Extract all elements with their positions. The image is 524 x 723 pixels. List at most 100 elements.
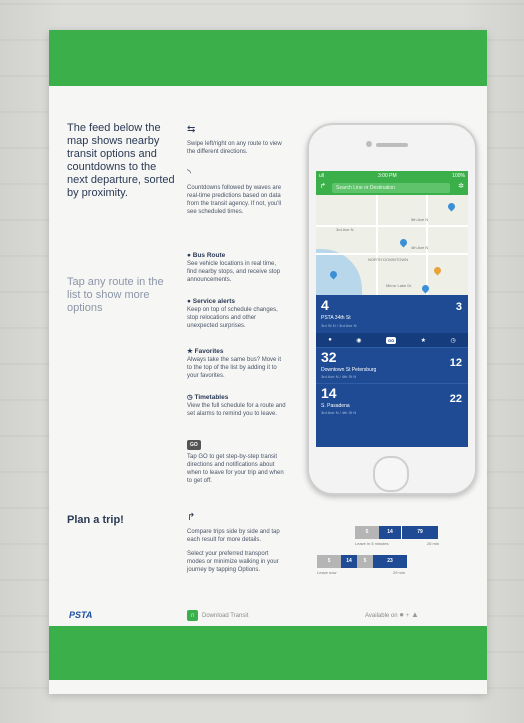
swap-arrows-icon: ⇆: [187, 124, 196, 135]
alerts-desc: Keep on top of schedule changes, stop re…: [187, 307, 278, 329]
waves-icon: ◝: [187, 168, 191, 179]
camera-dot: [366, 141, 372, 147]
trip-2-duration: 29 min: [393, 570, 406, 575]
star-icon[interactable]: ★: [421, 337, 426, 344]
select-desc: Select your preferred transport modes or…: [187, 551, 279, 573]
favorites-feature: ★ Favorites Always take the same bus? Mo…: [187, 348, 287, 380]
tap-route-hint: Tap any route in the list to show more o…: [67, 276, 164, 314]
route-list: 4 PSTA 34th St 3rd St N / 3rd Ave N 3 ● …: [316, 295, 468, 447]
trip-1-leave: Leave in 5 minutes: [355, 541, 389, 546]
alerts-title: Service alerts: [192, 298, 236, 305]
bus-route-feature: ● Bus Route See vehicle locations in rea…: [187, 252, 287, 284]
battery-status: 100%: [452, 173, 465, 179]
clock-icon: ◷: [187, 394, 193, 401]
route-row[interactable]: 14 S. Pasadena 3rd Ave N / 4th St N 22: [316, 383, 468, 419]
go-button[interactable]: GO: [385, 336, 397, 344]
status-time: 3:00 PM: [378, 173, 397, 179]
trip-1-duration: 26 min: [427, 541, 440, 546]
map-label: NORTH DOWNTOWN: [368, 257, 409, 262]
search-input[interactable]: Search Line or Destination: [332, 183, 450, 193]
bus-route-desc: See vehicle locations in real time, find…: [187, 261, 281, 283]
poster-top-band: [49, 30, 487, 86]
route-row[interactable]: 4 PSTA 34th St 3rd St N / 3rd Ave N 3 ● …: [316, 295, 468, 348]
route-stop: Downtown St Petersburg: [321, 367, 377, 373]
trip-segment: 23: [373, 555, 407, 568]
trip-option-1: 5 14 79: [355, 526, 438, 539]
psta-logo: PSTA: [69, 610, 93, 620]
route-number: 32: [321, 349, 337, 365]
route-minutes: 3: [455, 301, 462, 313]
plan-trip-heading: Plan a trip!: [67, 514, 124, 526]
route-stop: S. Pasadena: [321, 403, 350, 409]
settings-icon[interactable]: ✲: [458, 182, 464, 190]
waves-desc: Countdowns followed by waves are real-ti…: [187, 185, 282, 215]
compare-desc: Compare trips side by side and tap each …: [187, 529, 280, 543]
timetables-feature: ◷ Timetables View the full schedule for …: [187, 394, 287, 418]
map-label: 5th Ave N: [411, 217, 429, 222]
map-label: 4th Ave N: [411, 245, 429, 250]
feed-description: The feed below the map shows nearby tran…: [67, 122, 175, 199]
compare-feature: ↱ Compare trips side by side and tap eac…: [187, 512, 287, 574]
menu-arrow-icon[interactable]: ↱: [320, 182, 326, 190]
timetables-title: Timetables: [194, 394, 229, 401]
route-minutes: 22: [449, 393, 462, 405]
location-pin-icon[interactable]: ●: [328, 337, 332, 343]
speaker-grille: [376, 143, 408, 147]
star-icon: ★: [187, 348, 193, 355]
go-desc: Tap GO to get step-by-step transit direc…: [187, 454, 284, 484]
alert-icon: ●: [187, 298, 191, 305]
apple-icon: ●: [399, 610, 405, 619]
plus-sign: +: [405, 613, 410, 619]
trip-segment: 5: [355, 526, 379, 539]
waves-feature: ◝ Countdowns followed by waves are real-…: [187, 168, 287, 216]
transit-stop-pin-icon[interactable]: [420, 283, 431, 294]
clock-icon[interactable]: ◷: [450, 337, 455, 344]
download-label: Download Transit: [202, 613, 249, 620]
search-bar: ↱ Search Line or Destination ✲: [316, 181, 468, 195]
signal-status: ull: [319, 173, 325, 179]
trip-segment: 5: [317, 555, 341, 568]
favorites-title: Favorites: [194, 348, 224, 355]
landmark-pin-icon[interactable]: [432, 265, 443, 276]
route-row[interactable]: 32 Downtown St Petersburg 3rd Ave N / 4t…: [316, 347, 468, 384]
road: [376, 195, 378, 295]
trip-2-leave: Leave now: [317, 570, 337, 575]
poster-bottom-band: [49, 626, 487, 680]
trip-segment: 14: [379, 526, 401, 539]
transit-app-icon: ∩: [187, 610, 198, 621]
transit-poster: The feed below the map shows nearby tran…: [49, 30, 487, 694]
alert-icon[interactable]: ◉: [356, 337, 361, 344]
trip-segment: 79: [401, 526, 438, 539]
turn-arrow-icon: ↱: [187, 512, 196, 523]
available-on: Available on ● + ▲: [365, 610, 419, 619]
trip-option-2: 5 14 5 23: [317, 555, 407, 568]
swipe-feature: ⇆ Swipe left/right on any route to view …: [187, 124, 287, 156]
transit-stop-pin-icon[interactable]: [398, 237, 409, 248]
bus-route-title: Bus Route: [192, 252, 226, 259]
route-sub: 3rd St N / 3rd Ave N: [321, 323, 357, 328]
route-number: 14: [321, 385, 337, 401]
transit-stop-pin-icon[interactable]: [446, 201, 457, 212]
route-stop: PSTA 34th St: [321, 315, 351, 321]
available-label: Available on: [365, 613, 398, 619]
map-label: Mirror Lake Dr: [386, 283, 412, 288]
map-label: 3rd Ave N: [336, 227, 354, 232]
go-badge: GO: [187, 440, 201, 450]
route-action-bar: ● ◉ GO ★ ◷: [316, 333, 468, 347]
go-feature: GO Tap GO to get step-by-step transit di…: [187, 440, 287, 485]
status-bar: ull 3:00 PM 100%: [316, 171, 468, 181]
route-minutes: 12: [449, 357, 462, 369]
trip-segment: 5: [357, 555, 373, 568]
bay-water: [316, 249, 362, 295]
favorites-desc: Always take the same bus? Move it to the…: [187, 357, 282, 379]
alerts-feature: ● Service alerts Keep on top of schedule…: [187, 298, 287, 330]
route-sub: 3rd Ave N / 4th St N: [321, 410, 357, 415]
timetables-desc: View the full schedule for a route and s…: [187, 403, 286, 417]
route-sub: 3rd Ave N / 4th St N: [321, 374, 357, 379]
home-button: [373, 456, 409, 492]
map-view[interactable]: NORTH DOWNTOWN 5th Ave N 4th Ave N 3rd A…: [316, 195, 468, 295]
route-number: 4: [321, 297, 329, 313]
swipe-desc: Swipe left/right on any route to view th…: [187, 141, 282, 155]
phone-screen: ull 3:00 PM 100% ↱ Search Line or Destin…: [316, 171, 468, 447]
download-transit: ∩ Download Transit: [187, 610, 248, 621]
